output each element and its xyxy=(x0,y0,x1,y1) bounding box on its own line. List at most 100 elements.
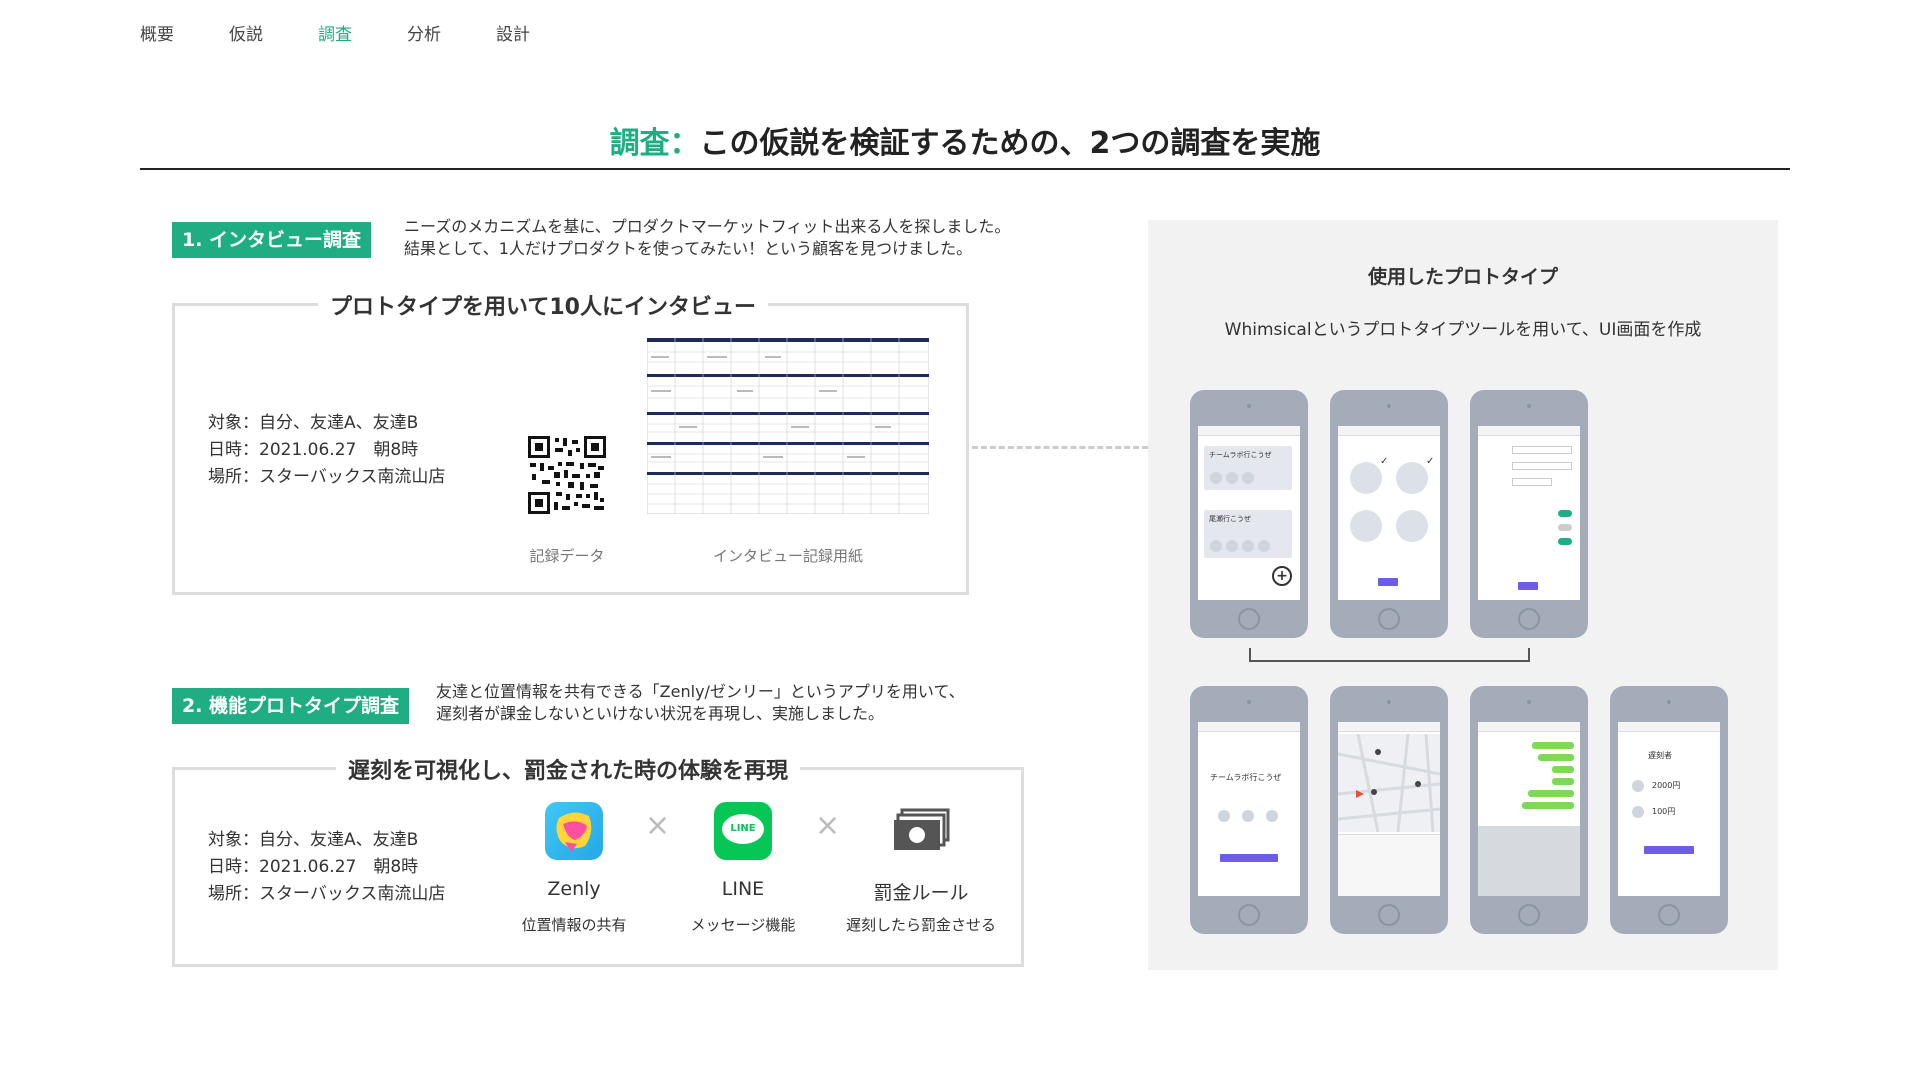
chat-bubble xyxy=(1538,754,1574,761)
late-amount-2: 100円 xyxy=(1652,807,1676,816)
nav-overview[interactable]: 概要 xyxy=(140,20,174,45)
service-penalty-desc: 遅刻したら罰金させる xyxy=(845,916,996,934)
qr-code-icon[interactable] xyxy=(528,436,606,514)
top-nav: 概要 仮説 調査 分析 設計 xyxy=(140,20,585,45)
line-icon-text: LINE xyxy=(730,823,756,834)
start-button[interactable] xyxy=(1220,854,1278,862)
interview-box-title: プロトタイプを用いて10人にインタビュー xyxy=(318,289,768,321)
flow-connector xyxy=(1249,648,1530,662)
connector-line xyxy=(972,446,1148,449)
nav-design[interactable]: 設計 xyxy=(496,20,530,45)
form-input[interactable] xyxy=(1512,446,1572,454)
prototype-test-box-title: 遅刻を可視化し、罰金された時の体験を再現 xyxy=(336,753,801,785)
phone-card-title: チームラボ行こうぜ xyxy=(1209,451,1272,459)
chat-bubble xyxy=(1522,802,1574,809)
phone-late-payment[interactable]: 遅刻者 2000円 100円 xyxy=(1610,686,1728,934)
check-icon: ✓ xyxy=(1426,456,1435,467)
form-input[interactable] xyxy=(1512,462,1572,470)
phone-camera xyxy=(1387,404,1391,408)
next-button[interactable] xyxy=(1378,578,1398,586)
times-icon: × xyxy=(815,808,841,843)
create-button[interactable] xyxy=(1518,582,1538,590)
phone-select-members[interactable]: ✓ ✓ xyxy=(1330,390,1448,638)
section2-desc-line2: 遅刻者が課金しないといけない状況を再現し、実施しました。 xyxy=(436,704,885,723)
section1-desc-line2: 結果として、1人だけプロダクトを使ってみたい！という顧客を見つけました。 xyxy=(404,239,973,258)
interview-sheet-thumbnail[interactable] xyxy=(647,338,929,514)
phone-screen xyxy=(1478,426,1580,600)
keyboard[interactable] xyxy=(1478,826,1580,896)
phone-camera xyxy=(1527,404,1531,408)
form-select[interactable] xyxy=(1512,478,1552,486)
late-amount-1: 2000円 xyxy=(1652,781,1681,790)
phone-home-button xyxy=(1518,608,1540,630)
chat-bubble xyxy=(1528,790,1574,797)
project-title: チームラボ行こうぜ xyxy=(1210,773,1282,782)
interview-target: 対象：自分、友達A、友達B xyxy=(208,413,419,433)
nav-analysis[interactable]: 分析 xyxy=(407,20,441,45)
toggle-switch[interactable] xyxy=(1558,510,1572,517)
phone-home-button xyxy=(1378,904,1400,926)
phone-home-button xyxy=(1378,608,1400,630)
toggle-switch[interactable] xyxy=(1558,524,1572,531)
phone-screen: チームラボ行こうぜ 尾瀬行こうぜ + xyxy=(1198,426,1300,600)
line-icon: LINE xyxy=(714,802,772,860)
phone-home[interactable]: チームラボ行こうぜ 尾瀬行こうぜ + xyxy=(1190,390,1308,638)
phone-screen: チームラボ行こうぜ xyxy=(1198,722,1300,896)
section1-description: ニーズのメカニズムを基に、プロダクトマーケットフィット出来る人を探しました。 結… xyxy=(404,216,1010,260)
phone-map[interactable] xyxy=(1330,686,1448,934)
toggle-switch[interactable] xyxy=(1558,538,1572,545)
phone-home-button xyxy=(1518,904,1540,926)
section2-tag: 2. 機能プロトタイプ調査 xyxy=(172,688,410,724)
qr-caption: 記録データ xyxy=(529,547,605,565)
service-line-desc: メッセージ機能 xyxy=(690,916,796,934)
phone-screen: 遅刻者 2000円 100円 xyxy=(1618,722,1720,896)
check-icon: ✓ xyxy=(1380,456,1389,467)
interview-date: 日時：2021.06.27 朝8時 xyxy=(208,440,419,460)
prototype-panel: 使用したプロトタイプ Whimsicalというプロトタイプツールを用いて、UI画… xyxy=(1148,220,1778,970)
phone-camera xyxy=(1527,700,1531,704)
page-title: 調査：この仮説を検証するための、2つの調査を実施 xyxy=(140,118,1790,162)
phone-home-button xyxy=(1238,608,1260,630)
late-title: 遅刻者 xyxy=(1648,751,1672,760)
nav-hypothesis[interactable]: 仮説 xyxy=(229,20,263,45)
page-title-accent: 調査： xyxy=(609,126,700,161)
phone-screen: ✓ ✓ xyxy=(1338,426,1440,600)
prototype-panel-subtitle: Whimsicalというプロトタイプツールを用いて、UI画面を作成 xyxy=(1224,320,1702,340)
section1-tag: 1. インタビュー調査 xyxy=(172,222,372,258)
prototype-place: 場所：スターバックス南流山店 xyxy=(208,884,446,904)
section1-desc-line1: ニーズのメカニズムを基に、プロダクトマーケットフィット出来る人を探しました。 xyxy=(404,217,1011,236)
title-divider xyxy=(140,168,1790,170)
sheet-caption: インタビュー記録用紙 xyxy=(712,547,863,565)
map-view[interactable] xyxy=(1338,734,1440,832)
section2-description: 友達と位置情報を共有できる「Zenly/ゼンリー」というアプリを用いて、 遅刻者… xyxy=(436,681,965,725)
chat-bubble xyxy=(1552,778,1574,785)
phone-card-title: 尾瀬行こうぜ xyxy=(1209,515,1251,523)
phone-camera xyxy=(1247,404,1251,408)
prototype-date: 日時：2021.06.27 朝8時 xyxy=(208,857,419,877)
interview-info: 対象：自分、友達A、友達B 日時：2021.06.27 朝8時 場所：スターバッ… xyxy=(208,410,445,491)
phone-camera xyxy=(1247,700,1251,704)
prototype-panel-title: 使用したプロトタイプ xyxy=(1367,266,1558,288)
service-penalty-name: 罰金ルール xyxy=(873,882,969,904)
phone-screen xyxy=(1478,722,1580,896)
service-zenly-desc: 位置情報の共有 xyxy=(521,916,627,934)
nav-research[interactable]: 調査 xyxy=(318,20,352,45)
phone-create-project[interactable] xyxy=(1470,390,1588,638)
interview-place: 場所：スターバックス南流山店 xyxy=(208,467,446,487)
phone-screen xyxy=(1338,722,1440,896)
zenly-icon xyxy=(545,802,603,860)
phone-chat[interactable] xyxy=(1470,686,1588,934)
chat-bubble xyxy=(1552,766,1574,773)
phone-camera xyxy=(1387,700,1391,704)
phone-home-button xyxy=(1658,904,1680,926)
phone-camera xyxy=(1667,700,1671,704)
add-icon[interactable]: + xyxy=(1272,566,1292,586)
prototype-target: 対象：自分、友達A、友達B xyxy=(208,830,419,850)
section2-desc-line1: 友達と位置情報を共有できる「Zenly/ゼンリー」というアプリを用いて、 xyxy=(436,682,965,701)
pay-button[interactable] xyxy=(1644,846,1694,854)
phone-card[interactable]: チームラボ行こうぜ xyxy=(1204,446,1292,490)
prototype-test-info: 対象：自分、友達A、友達B 日時：2021.06.27 朝8時 場所：スターバッ… xyxy=(208,827,445,908)
page-title-text: この仮説を検証するための、2つの調査を実施 xyxy=(699,126,1321,161)
phone-project-detail[interactable]: チームラボ行こうぜ xyxy=(1190,686,1308,934)
phone-card[interactable]: 尾瀬行こうぜ xyxy=(1204,510,1292,558)
